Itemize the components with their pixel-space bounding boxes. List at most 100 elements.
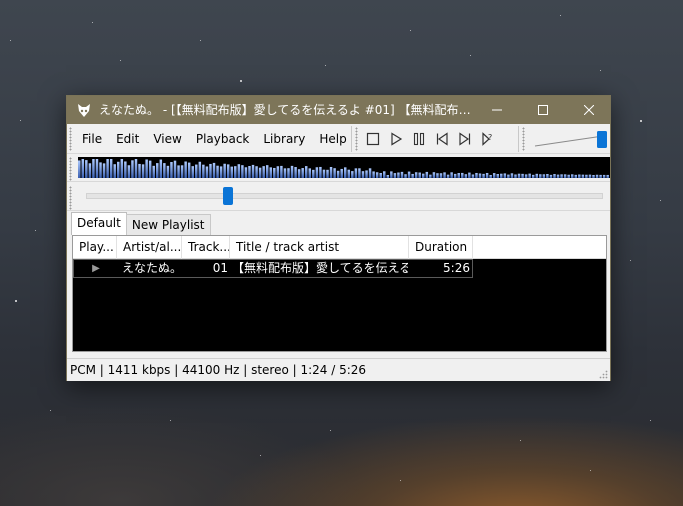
spectrum-bar: [106, 159, 109, 178]
spectrum-bar: [78, 160, 81, 178]
stop-button[interactable]: [363, 129, 383, 149]
spectrum-bar: [124, 161, 127, 178]
transport-grip[interactable]: [355, 127, 358, 151]
spectrum-bar: [368, 168, 372, 178]
tab-new-playlist[interactable]: New Playlist: [125, 214, 211, 235]
spectrum-bar: [411, 173, 414, 178]
play-button[interactable]: [386, 129, 406, 149]
spectrum-bar: [301, 168, 304, 178]
spectrum-grip[interactable]: [69, 157, 72, 181]
column-title[interactable]: Title / track artist: [230, 236, 409, 259]
row-artist: えなたぬ。...: [122, 261, 182, 275]
close-icon: [584, 105, 594, 115]
spectrum-bar: [145, 159, 148, 178]
spectrum-bar: [184, 161, 187, 178]
menu-view[interactable]: View: [146, 124, 188, 154]
transport-controls: ?: [363, 129, 498, 149]
spectrum-bar: [539, 174, 542, 178]
menu-file[interactable]: File: [75, 124, 109, 154]
spectrum-bar: [226, 164, 230, 178]
spectrum-bar: [354, 168, 358, 178]
seek-row: [67, 183, 610, 211]
resize-grip-icon[interactable]: [598, 369, 608, 379]
minimize-button[interactable]: [474, 96, 520, 124]
volume-grip[interactable]: [522, 127, 525, 151]
spectrum-bar: [297, 169, 301, 178]
playlist-view[interactable]: Play... Artist/al... Track... Title / tr…: [72, 235, 607, 352]
spectrum-visualiser: [78, 157, 610, 178]
spectrum-bar: [563, 174, 567, 178]
next-icon: [459, 132, 471, 146]
spectrum-bar: [446, 174, 450, 178]
spectrum-bar: [198, 161, 202, 178]
spectrum-bar: [471, 174, 475, 178]
spectrum-bar: [503, 173, 507, 178]
menu-bar: File Edit View Playback Library Help: [75, 124, 354, 154]
spectrum-bar: [269, 167, 272, 178]
next-button[interactable]: [455, 129, 475, 149]
spectrum-bar: [166, 165, 170, 178]
spectrum-bar: [595, 174, 599, 178]
spectrum-bar: [400, 171, 404, 178]
column-artist-album[interactable]: Artist/al...: [117, 236, 182, 259]
stop-icon: [366, 132, 380, 146]
spectrum-bar: [99, 162, 102, 178]
random-icon: ?: [482, 132, 492, 146]
spectrum-bar: [510, 173, 514, 178]
column-track[interactable]: Track...: [182, 236, 230, 259]
title-bar[interactable]: えなたぬ。 - [【無料配布版】愛してるを伝えるよ #01] 【無料配布版】愛し…: [67, 96, 610, 124]
toolbar-row: File Edit View Playback Library Help ?: [67, 124, 610, 154]
spectrum-bar: [397, 172, 400, 178]
app-icon: [78, 104, 90, 117]
close-button[interactable]: [566, 96, 612, 124]
spectrum-bar: [407, 171, 411, 178]
spectrum-bar: [478, 173, 482, 178]
tab-default[interactable]: Default: [71, 212, 127, 235]
menu-playback[interactable]: Playback: [189, 124, 257, 154]
spectrum-bar: [492, 173, 496, 178]
spectrum-bar: [496, 174, 499, 178]
spectrum-bar: [329, 166, 333, 178]
spectrum-bar: [219, 166, 223, 178]
spectrum-bar: [383, 171, 386, 178]
column-playing[interactable]: Play...: [73, 236, 117, 259]
spectrum-bar: [521, 173, 524, 178]
spectrum-bar: [276, 166, 280, 178]
pause-button[interactable]: [409, 129, 429, 149]
spectrum-bar: [443, 172, 446, 178]
status-text: PCM | 1411 kbps | 44100 Hz | stereo | 1:…: [70, 363, 367, 377]
maximize-button[interactable]: [520, 96, 566, 124]
spectrum-bar: [344, 167, 347, 178]
column-duration[interactable]: Duration: [409, 236, 473, 259]
spectrum-bar: [574, 174, 578, 178]
spectrum-bar: [109, 159, 113, 178]
seekbar-grip[interactable]: [69, 186, 72, 210]
spectrum-bar: [542, 174, 546, 178]
spectrum-bar: [432, 172, 436, 178]
spectrum-bar: [333, 168, 336, 178]
spectrum-bar: [425, 171, 429, 178]
random-button[interactable]: ?: [478, 129, 498, 149]
volume-thumb[interactable]: [597, 131, 607, 148]
spectrum-bar: [528, 173, 531, 178]
menubar-grip[interactable]: [69, 127, 72, 151]
previous-button[interactable]: [432, 129, 452, 149]
menu-library[interactable]: Library: [256, 124, 312, 154]
spectrum-bar: [294, 167, 297, 178]
seek-thumb[interactable]: [222, 187, 233, 205]
spectrum-bar: [234, 166, 237, 178]
spectrum-bar: [549, 174, 553, 178]
playlist-row[interactable]: ▶ えなたぬ。... 01 【無料配布版】愛してるを伝えるよ 5:26: [73, 259, 473, 278]
spectrum-bar: [283, 168, 287, 178]
spectrum-bar: [258, 167, 262, 178]
spectrum-bar: [570, 174, 574, 178]
spectrum-bar: [567, 174, 570, 178]
spectrum-bar: [187, 162, 191, 178]
menu-edit[interactable]: Edit: [109, 124, 146, 154]
spectrum-bar: [191, 166, 194, 178]
visualisation-row: [67, 154, 610, 182]
spectrum-bar: [500, 173, 503, 178]
menu-help[interactable]: Help: [312, 124, 353, 154]
seek-bar[interactable]: [86, 193, 603, 199]
volume-slider[interactable]: [533, 128, 609, 150]
